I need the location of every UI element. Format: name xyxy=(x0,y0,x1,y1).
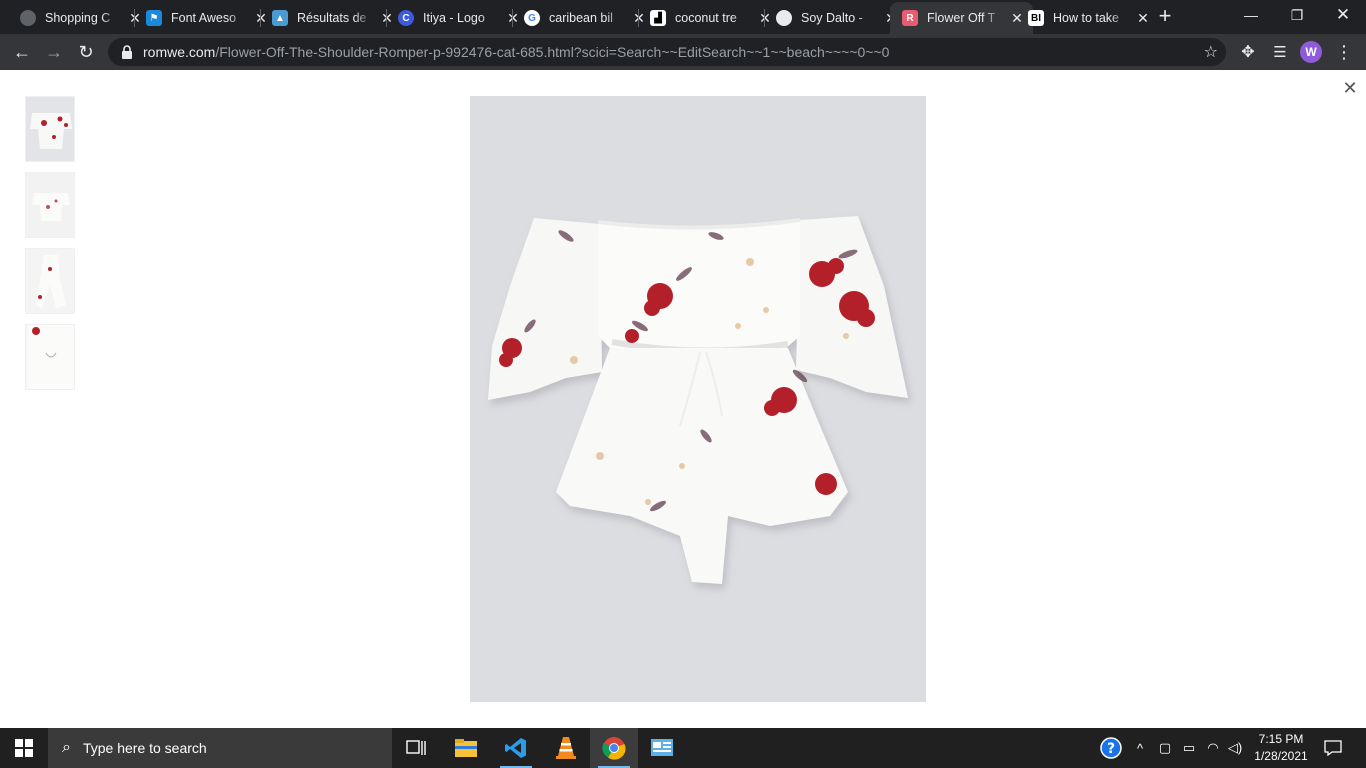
bi-icon: BI xyxy=(1028,10,1044,26)
clock-date: 1/28/2021 xyxy=(1254,749,1308,763)
canva-icon: C xyxy=(398,10,414,26)
google-icon: G xyxy=(524,10,540,26)
url-path: /Flower-Off-The-Shoulder-Romper-p-992476… xyxy=(215,44,890,60)
profile-avatar[interactable]: W xyxy=(1300,41,1322,63)
flag-icon: ⚑ xyxy=(146,10,162,26)
clock-time: 7:15 PM xyxy=(1258,732,1304,746)
help-icon[interactable]: ? xyxy=(1098,728,1124,768)
chrome-icon[interactable] xyxy=(590,728,638,768)
close-viewer-icon[interactable]: ✕ xyxy=(1340,78,1360,98)
file-explorer-icon[interactable] xyxy=(442,728,490,768)
forward-button[interactable]: → xyxy=(40,38,68,66)
thumbnail-detail[interactable] xyxy=(25,324,75,390)
windows-taskbar: ⌕ Type here to search ? ^ ▢ ▭ ◠ ◁) 7:15 … xyxy=(0,728,1366,768)
tab-title: coconut tre xyxy=(675,11,737,25)
tab-flower-off[interactable]: R Flower Off T ✕ xyxy=(890,2,1033,34)
product-main-image xyxy=(470,96,926,702)
minimize-button[interactable]: — xyxy=(1228,0,1274,30)
tab-shopping[interactable]: Shopping C ✕ xyxy=(8,2,151,34)
unsplash-icon: ▟ xyxy=(650,10,666,26)
close-window-button[interactable]: ✕ xyxy=(1320,0,1366,30)
menu-icon[interactable]: ⋮ xyxy=(1330,38,1358,66)
tab-coconut[interactable]: ▟ coconut tre ✕ xyxy=(638,2,781,34)
romwe-icon: R xyxy=(902,10,918,26)
address-bar[interactable]: romwe.com/Flower-Off-The-Shoulder-Romper… xyxy=(108,38,1226,66)
restore-button[interactable]: ❐ xyxy=(1274,0,1320,30)
bookmark-star-icon[interactable]: ☆ xyxy=(1204,42,1218,62)
tab-resultats[interactable]: ▲ Résultats de ✕ xyxy=(260,2,403,34)
vscode-icon[interactable] xyxy=(492,728,540,768)
tab-title: Font Aweso xyxy=(171,11,237,25)
tab-title: How to take xyxy=(1053,11,1120,25)
tab-itiya[interactable]: C Itiya - Logo ✕ xyxy=(386,2,529,34)
thumbnail-front[interactable] xyxy=(25,96,75,162)
control-panel-icon[interactable] xyxy=(638,728,686,768)
tab-how-to-take[interactable]: BI How to take ✕ xyxy=(1016,2,1159,34)
vlc-icon[interactable] xyxy=(542,728,590,768)
new-tab-button[interactable]: + xyxy=(1154,5,1176,27)
search-icon: ⌕ xyxy=(62,739,71,756)
task-view-icon[interactable] xyxy=(392,728,440,768)
chevron-up-icon[interactable]: ^ xyxy=(1128,728,1152,768)
tab-title: Flower Off T xyxy=(927,11,996,25)
back-button[interactable]: ← xyxy=(8,38,36,66)
tab-caribean[interactable]: G caribean bil ✕ xyxy=(512,2,655,34)
tab-title: Soy Dalto - xyxy=(801,11,863,25)
image-icon: ▲ xyxy=(272,10,288,26)
close-tab-icon[interactable]: ✕ xyxy=(1135,10,1151,27)
svg-text:?: ? xyxy=(1107,741,1115,757)
volume-icon[interactable]: ◁) xyxy=(1224,728,1246,768)
notifications-icon[interactable] xyxy=(1318,728,1348,768)
battery-icon[interactable]: ▭ xyxy=(1178,728,1200,768)
tab-font-awesome[interactable]: ⚑ Font Aweso ✕ xyxy=(134,2,277,34)
lock-icon[interactable] xyxy=(120,45,134,59)
globe-icon xyxy=(20,10,36,26)
globe-icon xyxy=(776,10,792,26)
browser-toolbar: ← → ↻ romwe.com/Flower-Off-The-Shoulder-… xyxy=(0,34,1366,70)
tab-title: caribean bil xyxy=(549,11,613,25)
wifi-icon[interactable]: ◠ xyxy=(1202,728,1224,768)
tab-soy-dalto[interactable]: Soy Dalto - ✕ xyxy=(764,2,907,34)
search-placeholder: Type here to search xyxy=(82,740,207,756)
media-control-icon[interactable]: ☰ xyxy=(1266,38,1294,66)
url-domain: romwe.com xyxy=(143,44,216,60)
tab-title: Itiya - Logo xyxy=(423,11,485,25)
taskbar-clock[interactable]: 7:15 PM 1/28/2021 xyxy=(1244,731,1318,765)
thumbnail-side[interactable] xyxy=(25,248,75,314)
windows-start-button[interactable] xyxy=(0,728,48,768)
url-text: romwe.com/Flower-Off-The-Shoulder-Romper… xyxy=(143,44,889,60)
tab-strip: Shopping C ✕ ⚑ Font Aweso ✕ ▲ Résultats … xyxy=(0,0,1366,34)
product-image-viewer: ✕ xyxy=(0,70,1366,728)
meet-now-icon[interactable]: ▢ xyxy=(1154,728,1176,768)
extensions-icon[interactable]: ✥ xyxy=(1234,38,1262,66)
reload-button[interactable]: ↻ xyxy=(72,38,100,66)
tab-title: Résultats de xyxy=(297,11,367,25)
taskbar-search-box[interactable]: ⌕ Type here to search xyxy=(48,728,392,768)
tab-title: Shopping C xyxy=(45,11,111,25)
thumbnail-back[interactable] xyxy=(25,172,75,238)
